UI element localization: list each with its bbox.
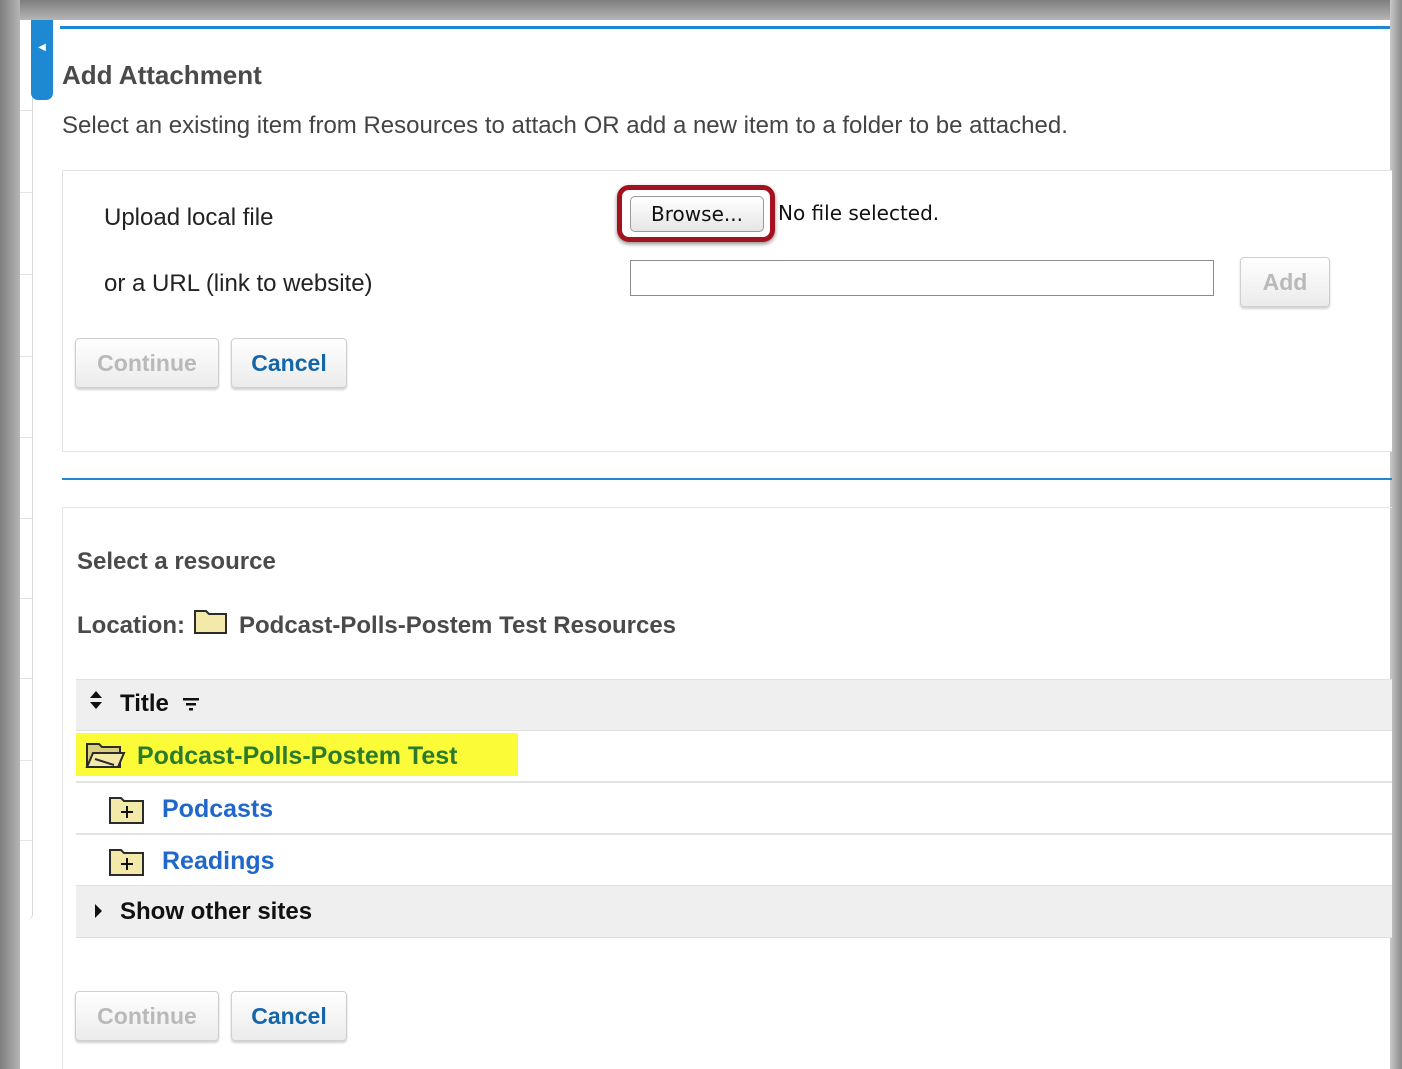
location-label: Location: <box>77 612 185 639</box>
continue-button-top[interactable]: Continue <box>75 338 219 388</box>
rail-divider <box>20 518 32 519</box>
folder-expand-icon[interactable] <box>108 847 146 877</box>
instructions-text: Select an existing item from Resources t… <box>62 112 1068 139</box>
rail-divider <box>20 110 32 111</box>
show-other-sites-toggle[interactable]: Show other sites <box>120 898 312 926</box>
window-border-left <box>0 0 20 1069</box>
rail-divider <box>20 760 32 761</box>
select-resource-heading: Select a resource <box>77 548 276 575</box>
file-status-text: No file selected. <box>778 201 940 225</box>
cancel-button-top[interactable]: Cancel <box>231 338 347 388</box>
sort-order-icon[interactable] <box>182 696 200 712</box>
url-label: or a URL (link to website) <box>104 270 373 297</box>
header-divider <box>60 26 1390 29</box>
root-folder-link[interactable]: Podcast-Polls-Postem Test <box>137 742 457 771</box>
caret-left-icon: ◀ <box>38 42 46 53</box>
rail-divider <box>20 840 32 841</box>
table-row <box>76 783 1392 835</box>
rail-divider <box>20 356 32 357</box>
folder-link-readings[interactable]: Readings <box>162 847 275 876</box>
screenshot-frame: ◀ Add Attachment Select an existing item… <box>0 0 1402 1069</box>
location-value: Podcast-Polls-Postem Test Resources <box>239 612 677 639</box>
collapse-sidebar-tab[interactable]: ◀ <box>31 20 53 100</box>
folder-link-podcasts[interactable]: Podcasts <box>162 795 273 824</box>
caret-right-icon[interactable] <box>93 903 103 919</box>
window-border-top <box>0 0 1402 20</box>
url-input[interactable] <box>630 260 1214 296</box>
rail-divider <box>20 192 32 193</box>
cancel-button-bottom[interactable]: Cancel <box>231 991 347 1041</box>
folder-icon <box>194 610 227 634</box>
left-rail <box>20 20 33 920</box>
rail-divider <box>20 437 32 438</box>
add-url-button[interactable]: Add <box>1240 257 1330 307</box>
location-breadcrumb: Location: Podcast-Polls-Postem Test Reso… <box>77 610 677 640</box>
continue-button-bottom[interactable]: Continue <box>75 991 219 1041</box>
upload-local-file-label: Upload local file <box>104 204 274 231</box>
page-title: Add Attachment <box>62 60 262 90</box>
rail-divider <box>20 598 32 599</box>
column-header-title[interactable]: Title <box>120 690 169 718</box>
sort-icon[interactable] <box>88 690 104 713</box>
rail-divider <box>20 274 32 275</box>
section-divider <box>62 478 1392 480</box>
folder-expand-icon[interactable] <box>108 795 146 825</box>
open-folder-icon[interactable] <box>84 739 126 771</box>
table-header <box>76 679 1392 731</box>
browse-button[interactable]: Browse... <box>630 196 764 232</box>
rail-divider <box>20 678 32 679</box>
